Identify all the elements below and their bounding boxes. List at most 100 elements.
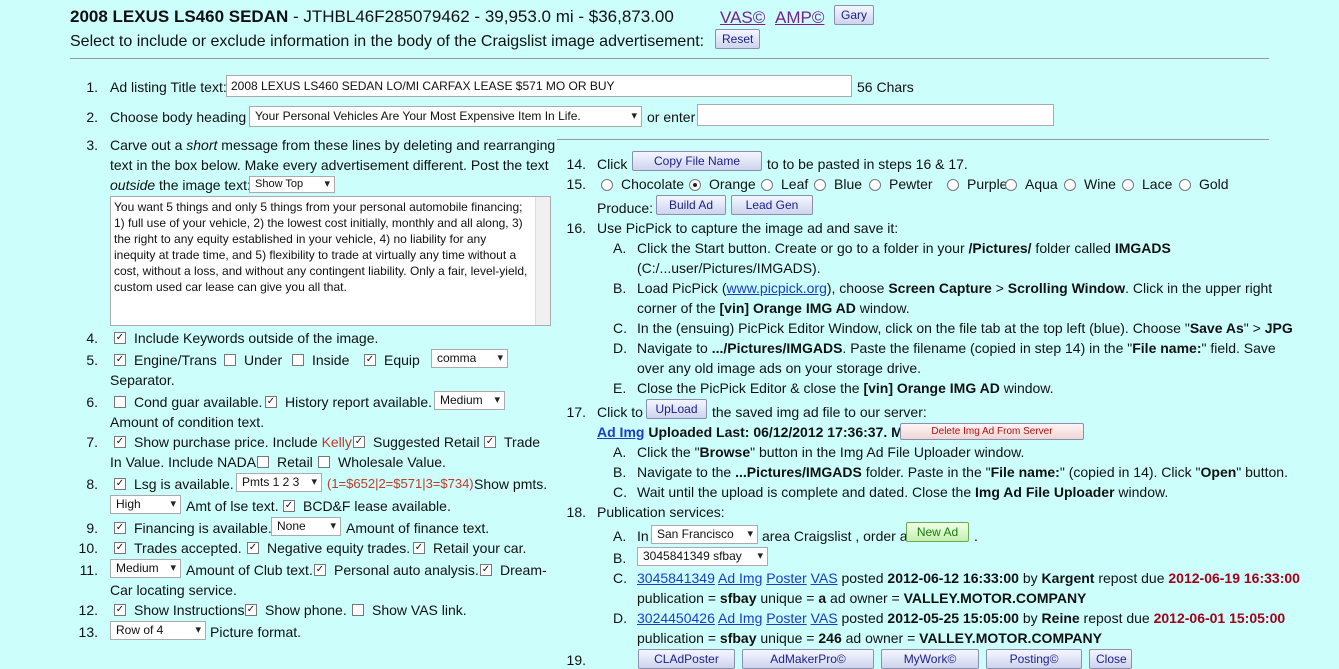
purchase-price-checkbox[interactable]: ✓ — [114, 436, 126, 448]
picpick-link[interactable]: www.picpick.org — [726, 280, 826, 296]
engine-checkbox[interactable]: ✓ — [114, 354, 126, 366]
user-button[interactable]: Gary — [834, 5, 875, 25]
finance-amount-select[interactable]: None — [271, 517, 341, 536]
trade-checkbox[interactable]: ✓ — [484, 436, 496, 448]
bcdf-checkbox[interactable]: ✓ — [283, 500, 295, 512]
color-radio-leaf[interactable] — [761, 179, 773, 191]
suggested-retail-label: Suggested Retail — [373, 434, 480, 450]
produce-label: Produce: — [597, 200, 654, 216]
condition-amount-select[interactable]: Medium — [434, 391, 505, 410]
body-heading-label: Choose body heading — [110, 109, 247, 125]
color-radio-gold[interactable] — [1179, 179, 1191, 191]
phone-checkbox[interactable]: ✓ — [245, 604, 257, 616]
city-select[interactable]: San Francisco — [651, 525, 758, 544]
equip-label: Equip — [384, 352, 420, 368]
upload-button[interactable]: UpLoad — [646, 399, 707, 419]
color-radio-chocolate[interactable] — [601, 179, 613, 191]
step-number: 7. — [86, 434, 98, 450]
posting-id-link[interactable]: 3024450426 — [637, 610, 715, 626]
nada-label: In Value. Include NADA — [110, 454, 257, 470]
ad-img-link[interactable]: Ad Img — [597, 424, 644, 440]
posting-button[interactable]: Posting© — [986, 649, 1082, 669]
separator-select[interactable]: comma — [431, 349, 508, 368]
color-label: Gold — [1199, 176, 1229, 192]
nada-retail-checkbox[interactable] — [257, 456, 269, 468]
dream-car-checkbox[interactable]: ✓ — [480, 564, 492, 576]
cond-guar-checkbox[interactable] — [114, 396, 126, 408]
show-position-select[interactable]: Show Top — [249, 176, 335, 193]
posting-select[interactable]: 3045841349 sfbay — [637, 547, 768, 566]
poster-link[interactable]: Poster — [766, 570, 806, 586]
vas-link-checkbox[interactable] — [352, 604, 364, 616]
ad-img-link[interactable]: Ad Img — [718, 610, 762, 626]
under-checkbox[interactable] — [224, 354, 236, 366]
substep-letter: C. — [613, 484, 627, 500]
mywork-button[interactable]: MyWork© — [881, 649, 979, 669]
admakerpro-button[interactable]: AdMakerPro© — [742, 649, 874, 669]
step16-b-text-cont: corner of the [vin] Orange IMG AD window… — [637, 300, 910, 316]
build-ad-button[interactable]: Build Ad — [656, 195, 726, 215]
retail-car-checkbox[interactable]: ✓ — [413, 542, 425, 554]
instructions-checkbox[interactable]: ✓ — [114, 604, 126, 616]
keywords-checkbox[interactable]: ✓ — [114, 332, 126, 344]
step-number: 14. — [566, 156, 586, 172]
message-textarea[interactable]: You want 5 things and only 5 things from… — [110, 196, 551, 326]
step16-a-text: Click the Start button. Create or go to … — [637, 240, 1171, 256]
amp-link[interactable]: AMP© — [775, 8, 824, 28]
history-checkbox[interactable]: ✓ — [265, 396, 277, 408]
color-radio-lace[interactable] — [1122, 179, 1134, 191]
color-radio-purple[interactable] — [947, 179, 959, 191]
lease-checkbox[interactable]: ✓ — [114, 478, 126, 490]
payments-select[interactable]: Pmts 1 2 3 — [236, 473, 322, 492]
textarea-scrollbar[interactable] — [535, 197, 550, 325]
step-number: 2. — [86, 109, 98, 125]
body-heading-select[interactable]: Your Personal Vehicles Are Your Most Exp… — [249, 106, 642, 127]
inside-checkbox[interactable] — [292, 354, 304, 366]
step16-e-text: Close the PicPick Editor & close the [vi… — [637, 380, 1054, 396]
vas-link[interactable]: VAS — [811, 610, 838, 626]
custom-heading-input[interactable] — [697, 104, 1054, 126]
poster-link[interactable]: Poster — [766, 610, 806, 626]
craigslist-label: area Craigslist , order a — [762, 528, 908, 544]
reset-button[interactable]: Reset — [715, 29, 761, 49]
step3-line1: Carve out a short message from these lin… — [110, 137, 556, 153]
cladposter-button[interactable]: CLAdPoster — [638, 649, 735, 669]
wholesale-label: Wholesale Value. — [338, 454, 446, 470]
bcdf-label: BCD&F lease available. — [303, 498, 451, 514]
posting-id-link[interactable]: 3045841349 — [637, 570, 715, 586]
suggested-retail-checkbox[interactable]: ✓ — [353, 436, 365, 448]
club-amount-select[interactable]: Medium — [110, 559, 181, 578]
new-ad-button[interactable]: New Ad — [906, 522, 969, 542]
message-text: You want 5 things and only 5 things from… — [114, 200, 528, 294]
lease-text-amount-select[interactable]: High — [110, 495, 181, 514]
color-radio-pewter[interactable] — [869, 179, 881, 191]
close-button[interactable]: Close — [1089, 649, 1132, 669]
step-number: 19. — [566, 652, 586, 668]
ad-img-link[interactable]: Ad Img — [718, 570, 762, 586]
step-number: 11. — [79, 562, 98, 578]
trades-checkbox[interactable]: ✓ — [114, 542, 126, 554]
page-subtitle: Select to include or exclude information… — [70, 33, 705, 50]
title-input[interactable]: 2008 LEXUS LS460 SEDAN LO/MI CARFAX LEAS… — [226, 75, 852, 97]
keywords-label: Include Keywords outside of the image. — [134, 330, 379, 346]
color-radio-blue[interactable] — [814, 179, 826, 191]
copy-file-name-button[interactable]: Copy File Name — [632, 151, 762, 171]
step-number: 5. — [86, 352, 98, 368]
color-radio-aqua[interactable] — [1005, 179, 1017, 191]
negative-equity-checkbox[interactable]: ✓ — [247, 542, 259, 554]
vas-link[interactable]: VAS© — [720, 8, 765, 28]
picture-format-select[interactable]: Row of 4 — [110, 621, 206, 640]
color-radio-orange[interactable] — [689, 179, 701, 191]
personal-analysis-checkbox[interactable]: ✓ — [314, 564, 326, 576]
click-to-label: Click to — [597, 404, 643, 420]
financing-checkbox[interactable]: ✓ — [114, 522, 126, 534]
equip-checkbox[interactable]: ✓ — [364, 354, 376, 366]
color-radio-wine[interactable] — [1064, 179, 1076, 191]
step3-line3: outside the image text: — [110, 177, 251, 193]
vas-link-label: Show VAS link. — [372, 602, 467, 618]
delete-img-ad-button[interactable]: Delete Img Ad From Server — [900, 423, 1084, 440]
lead-gen-button[interactable]: Lead Gen — [731, 195, 813, 215]
step3-line2: text in the box below. Make every advert… — [110, 157, 549, 173]
vas-link[interactable]: VAS — [811, 570, 838, 586]
wholesale-checkbox[interactable] — [318, 456, 330, 468]
